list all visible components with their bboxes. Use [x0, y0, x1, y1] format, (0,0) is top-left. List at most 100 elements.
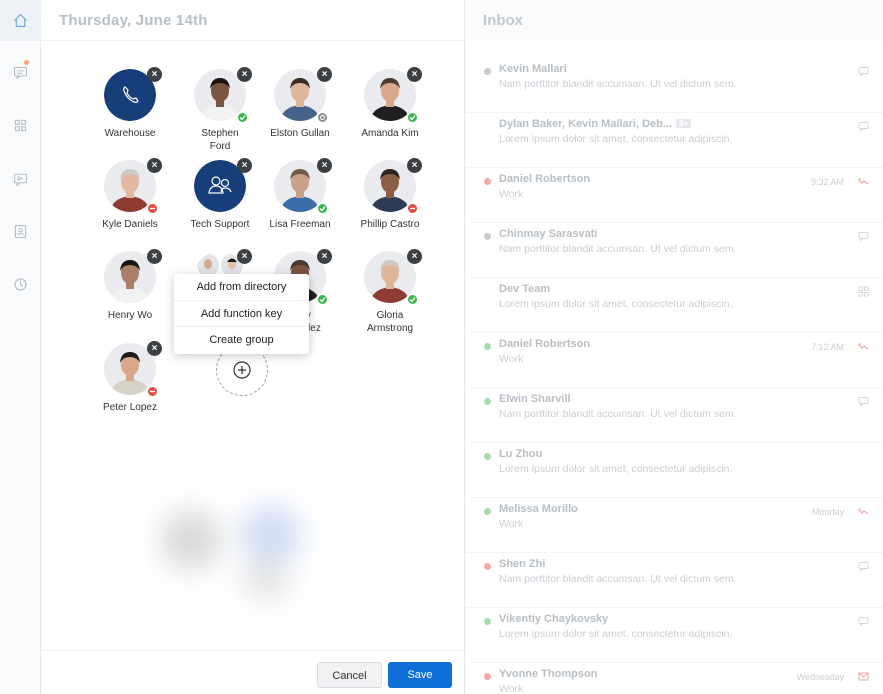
inbox-row[interactable]: Lu Zhou Lorem ipsum dolor sit amet, cons… — [466, 443, 883, 498]
presence-dot — [484, 453, 491, 460]
speed-dial-tile[interactable]: × Elston Gullan — [255, 67, 345, 140]
history-clock-icon[interactable] — [0, 264, 41, 305]
inbox-row[interactable]: Kevin Mallari Nam porttitor blandit accu… — [466, 58, 883, 113]
missed-call-icon — [858, 506, 869, 517]
inbox-row[interactable]: Dev Team Lorem ipsum dolor sit amet, con… — [466, 278, 883, 333]
row-title: Lu Zhou — [499, 448, 543, 460]
row-title: Vikentiy Chaykovsky — [499, 613, 609, 625]
remove-icon[interactable]: × — [407, 249, 422, 264]
remove-icon[interactable]: × — [407, 67, 422, 82]
row-preview: Lorem ipsum dolor sit amet, consectetur … — [499, 133, 733, 145]
presence-dot — [484, 673, 491, 680]
menu-item-add-function-key[interactable]: Add function key — [174, 301, 309, 328]
tile-name: Warehouse — [104, 128, 156, 139]
row-preview: Nam porttitor blandit accumsan. Ut vel d… — [499, 573, 737, 585]
presence-dot — [484, 343, 491, 350]
chat-bubble-icon — [858, 66, 869, 77]
row-title: Yvonne Thompson — [499, 668, 598, 680]
remove-icon[interactable]: × — [147, 158, 162, 173]
avatar: × — [364, 67, 422, 124]
remove-icon[interactable]: × — [147, 341, 162, 356]
remove-icon[interactable]: × — [237, 67, 252, 82]
status-ok-icon — [406, 111, 419, 124]
tile-name: Lisa Freeman — [269, 219, 331, 230]
avatar: × — [104, 341, 162, 398]
remove-icon[interactable]: × — [407, 158, 422, 173]
inbox-row[interactable]: Dylan Baker, Kevin Mallari, Deb... 8+ Lor… — [466, 113, 883, 168]
chat-bubble-icon — [858, 231, 869, 242]
chat-icon[interactable] — [0, 52, 41, 93]
inbox-row[interactable]: Yvonne Thompson Work Wednesday — [466, 663, 883, 694]
remove-icon[interactable]: × — [147, 67, 162, 82]
contacts-icon[interactable] — [0, 211, 41, 252]
status-ok-icon — [236, 111, 249, 124]
remove-icon[interactable]: × — [237, 249, 252, 264]
inbox-panel: Inbox Kevin Mallari Nam porttitor blandi… — [466, 0, 883, 694]
video-chat-icon[interactable] — [0, 158, 41, 199]
row-preview: Lorem ipsum dolor sit amet, consectetur … — [499, 463, 733, 475]
inbox-row[interactable]: Daniel Robertson Work 9:32 AM — [466, 168, 883, 223]
save-button[interactable]: Save — [388, 662, 452, 688]
tile-name: Stephen Ford — [201, 128, 239, 152]
row-preview: Lorem ipsum dolor sit amet, consectetur … — [499, 298, 733, 310]
home-icon[interactable] — [0, 0, 41, 41]
speed-dial-tile[interactable]: × Amanda Kim — [345, 67, 435, 140]
inbox-row[interactable]: Chinmay Sarasvati Nam porttitor blandit … — [466, 223, 883, 278]
cancel-button[interactable]: Cancel — [317, 662, 382, 688]
missed-call-icon — [858, 341, 869, 352]
avatar: × — [364, 249, 422, 306]
status-busy-icon — [146, 202, 159, 215]
row-preview: Work — [499, 353, 524, 365]
speed-dial-tile[interactable]: × Tech Support — [175, 158, 265, 231]
participant-count-badge: 8+ — [676, 119, 692, 128]
inbox-row[interactable]: Shen Zhi Nam porttitor blandit accumsan.… — [466, 553, 883, 608]
row-title: Dev Team — [499, 283, 551, 295]
speed-dial-tile[interactable]: × Henry Wo — [85, 249, 175, 322]
row-title: Kevin Mallari — [499, 63, 567, 75]
missed-call-icon — [858, 176, 869, 187]
inbox-title: Inbox — [466, 0, 883, 41]
avatar: × — [274, 158, 332, 215]
speed-dial-tile[interactable]: × Peter Lopez — [85, 341, 175, 414]
speed-dial-tile[interactable]: × Phillip Castro — [345, 158, 435, 231]
row-time: 9:32 AM — [810, 177, 844, 187]
row-time: Wednesday — [796, 672, 844, 682]
tile-name: Peter Lopez — [103, 402, 157, 413]
remove-icon[interactable]: × — [147, 249, 162, 264]
inbox-row[interactable]: Vikentiy Chaykovsky Lorem ipsum dolor si… — [466, 608, 883, 663]
speed-dial-tile[interactable]: × Gloria Armstrong — [345, 249, 435, 335]
remove-icon[interactable]: × — [317, 158, 332, 173]
presence-dot — [484, 178, 491, 185]
remove-icon[interactable]: × — [317, 67, 332, 82]
menu-item-add-from-directory[interactable]: Add from directory — [174, 274, 309, 301]
inbox-row[interactable]: Melissa Morillo Work Monday — [466, 498, 883, 553]
apps-grid-icon[interactable] — [0, 105, 41, 146]
row-title: Melissa Morillo — [499, 503, 578, 515]
remove-icon[interactable]: × — [317, 249, 332, 264]
row-title: Shen Zhi — [499, 558, 546, 570]
inbox-row[interactable]: Daniel Robertson Work 7:12 AM — [466, 333, 883, 388]
row-title: Dylan Baker, Kevin Mallari, Deb... 8+ — [499, 118, 692, 130]
speed-dial-tile[interactable]: × Kyle Daniels — [85, 158, 175, 231]
avatar: × — [194, 67, 252, 124]
chat-bubble-icon — [858, 396, 869, 407]
avatar: × — [104, 249, 162, 303]
menu-item-create-group[interactable]: Create group — [174, 327, 309, 354]
inbox-row[interactable]: Elwin Sharvill Nam porttitor blandit acc… — [466, 388, 883, 443]
row-title: Daniel Robertson — [499, 173, 591, 185]
remove-icon[interactable]: × — [237, 158, 252, 173]
row-preview: Work — [499, 683, 524, 694]
speed-dial-tile[interactable]: × Stephen Ford — [175, 67, 265, 153]
voicemail-icon — [858, 671, 869, 682]
row-preview: Work — [499, 518, 524, 530]
avatar: × — [274, 67, 332, 124]
row-title: Elwin Sharvill — [499, 393, 571, 405]
chat-bubble-icon — [858, 561, 869, 572]
chat-bubble-icon — [858, 616, 869, 627]
chat-bubble-icon — [858, 121, 869, 132]
speed-dial-tile[interactable]: × Lisa Freeman — [255, 158, 345, 231]
row-title: Chinmay Sarasvati — [499, 228, 598, 240]
status-busy-icon — [146, 385, 159, 398]
notification-badge — [24, 60, 29, 65]
speed-dial-tile[interactable]: × Warehouse — [85, 67, 175, 140]
